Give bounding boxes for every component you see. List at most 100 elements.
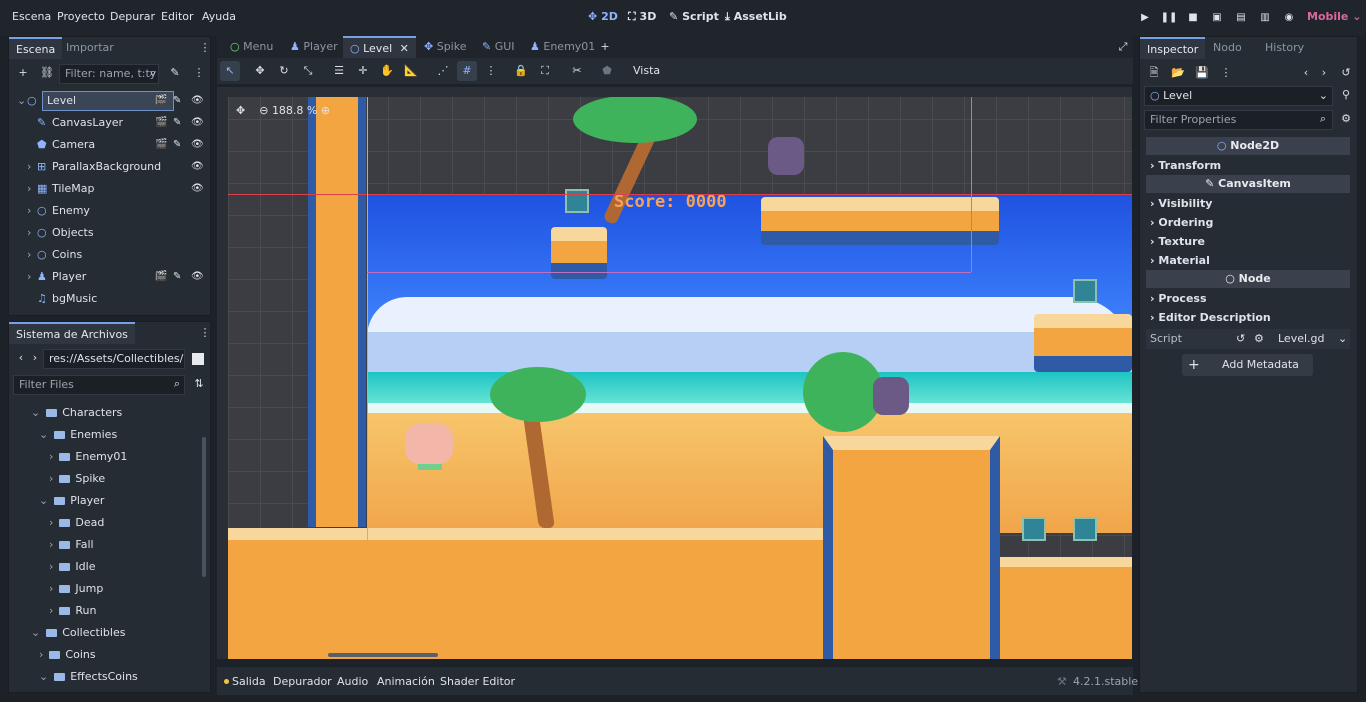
list-select-icon[interactable]: ☰: [329, 61, 349, 81]
save-resource-icon[interactable]: 💾: [1192, 63, 1212, 83]
link-icon[interactable]: ⛓: [37, 63, 57, 83]
scene-node-camera[interactable]: ⬟ Camera 🎬 ✎ 👁: [9, 134, 208, 156]
section-node[interactable]: ○ Node: [1146, 270, 1350, 288]
workspace-2d-button[interactable]: ✥ 2D: [588, 10, 618, 23]
group-material[interactable]: › Material: [1150, 251, 1210, 270]
kebab-icon[interactable]: ⋮: [189, 63, 209, 83]
clapper-icon[interactable]: 🎬: [155, 266, 167, 288]
scene-node-tilemap[interactable]: › ▦ TileMap 👁: [9, 178, 208, 200]
scene-node-coins[interactable]: › ○ Coins: [9, 244, 208, 266]
ruler-icon[interactable]: 📐: [401, 61, 421, 81]
script-value[interactable]: Level.gd: [1278, 329, 1325, 349]
expand-arrow-icon[interactable]: ›: [27, 266, 31, 288]
kebab-icon[interactable]: ⋮: [481, 61, 501, 81]
history-icon[interactable]: ↺: [1336, 63, 1356, 83]
movie-maker-icon[interactable]: ◉: [1279, 8, 1299, 28]
expand-arrow-icon[interactable]: ›: [27, 156, 31, 178]
open-resource-icon[interactable]: 📂: [1168, 63, 1188, 83]
enemy-sprite[interactable]: [873, 377, 909, 415]
eye-icon[interactable]: 👁: [191, 112, 204, 134]
scene-node-level[interactable]: ⌄ ○ Level ▣ 🎬 ✎ 👁: [9, 90, 208, 112]
bone-icon[interactable]: ✂: [567, 61, 587, 81]
folder-fall[interactable]: › Fall: [49, 534, 94, 556]
scene-node-canvaslayer[interactable]: ✎ CanvasLayer 🎬 ✎ 👁: [9, 112, 208, 134]
scene-tab-enemy01[interactable]: ♟ Enemy01: [523, 36, 602, 58]
tab-importar[interactable]: Importar: [59, 37, 121, 59]
scene-tab-gui[interactable]: ✎ GUI: [475, 36, 522, 58]
play-icon[interactable]: ▶: [1135, 8, 1155, 28]
canvas-viewport[interactable]: Score: 0000 ✥ ⊖ 188.8 % ⊕: [228, 87, 1132, 659]
history-back-icon[interactable]: ‹: [1296, 63, 1316, 83]
player-pig-sprite[interactable]: [405, 424, 453, 464]
view-menu[interactable]: Vista: [633, 64, 660, 77]
script-icon[interactable]: ✎: [173, 112, 181, 134]
expand-arrow-icon[interactable]: ⌄: [17, 90, 26, 112]
menu-depurar[interactable]: Depurar: [110, 10, 155, 23]
remote-debug-icon[interactable]: ▣: [1207, 8, 1227, 28]
workspace-script-button[interactable]: ✎ Script: [669, 10, 719, 23]
grid-snap-icon[interactable]: #: [457, 61, 477, 81]
chevron-down-icon[interactable]: ⌄: [31, 626, 40, 639]
bottom-tab-salida[interactable]: Salida: [232, 675, 266, 688]
menu-editor[interactable]: Editor: [161, 10, 194, 23]
settings-icon[interactable]: ⚙: [1336, 109, 1356, 129]
folder-enemy01[interactable]: › Enemy01: [49, 446, 127, 468]
scene-node-objects[interactable]: › ○ Objects: [9, 222, 208, 244]
workspace-assetlib-button[interactable]: ⤓ AssetLib: [725, 10, 787, 24]
script-attach-icon[interactable]: ✎: [165, 63, 185, 83]
pause-icon[interactable]: ❚❚: [1159, 8, 1179, 28]
folder-collectibles[interactable]: ⌄ Collectibles: [31, 622, 125, 644]
select-tool-icon[interactable]: ↖: [220, 61, 240, 81]
scrollbar[interactable]: [202, 437, 206, 577]
add-metadata-button[interactable]: + Add Metadata: [1182, 354, 1313, 376]
scene-tab-player[interactable]: ♟ Player: [283, 36, 345, 58]
lock-icon[interactable]: 🔒: [511, 61, 531, 81]
bottom-tab-animacion[interactable]: Animación: [377, 675, 435, 688]
scene-node-player[interactable]: › ♟ Player ▣ 🎬 ✎ 👁: [9, 266, 208, 288]
smart-snap-icon[interactable]: ⋰: [433, 61, 453, 81]
camera-override-icon[interactable]: ⬟: [597, 61, 617, 81]
chevron-right-icon[interactable]: ›: [49, 538, 53, 551]
chevron-right-icon[interactable]: ›: [49, 560, 53, 573]
scene-tab-level[interactable]: ○ Level ✕: [343, 36, 416, 58]
fullscreen-icon[interactable]: ⤢: [1113, 37, 1133, 57]
renderer-dropdown[interactable]: Mobile ⌄: [1307, 10, 1361, 23]
eye-icon[interactable]: 👁: [191, 156, 204, 178]
group-icon[interactable]: ⛶: [535, 61, 555, 81]
chevron-down-icon[interactable]: ⌄: [39, 670, 48, 683]
tab-escena[interactable]: Escena: [9, 37, 63, 59]
folder-jump[interactable]: › Jump: [49, 578, 103, 600]
pan-icon[interactable]: ✋: [377, 61, 397, 81]
folder-spike[interactable]: › Spike: [49, 468, 105, 490]
bottom-tab-audio[interactable]: Audio: [337, 675, 368, 688]
history-forward-icon[interactable]: ›: [1314, 63, 1334, 83]
chevron-right-icon[interactable]: ›: [49, 582, 53, 595]
tab-history[interactable]: History: [1258, 37, 1311, 59]
menu-ayuda[interactable]: Ayuda: [202, 10, 236, 23]
tab-inspector[interactable]: Inspector: [1140, 37, 1206, 59]
chevron-right-icon[interactable]: ›: [49, 472, 53, 485]
revert-icon[interactable]: ↺: [1236, 329, 1245, 349]
pivot-icon[interactable]: ✛: [353, 61, 373, 81]
rotate-tool-icon[interactable]: ↻: [274, 61, 294, 81]
scene-node-bgmusic[interactable]: ♫ bgMusic: [9, 288, 208, 310]
script-icon[interactable]: ✎: [173, 134, 181, 156]
center-view-icon[interactable]: ✥: [236, 104, 245, 117]
folder-characters[interactable]: ⌄ Characters: [31, 402, 122, 424]
coin-sprite[interactable]: [565, 189, 589, 213]
script-icon[interactable]: ✎: [173, 266, 181, 288]
group-visibility[interactable]: › Visibility: [1150, 194, 1212, 213]
coin-sprite[interactable]: [1022, 517, 1046, 541]
close-icon[interactable]: ✕: [400, 42, 409, 55]
expand-arrow-icon[interactable]: ›: [27, 200, 31, 222]
folder-effectscoins[interactable]: ⌄ EffectsCoins: [39, 666, 138, 688]
folder-idle[interactable]: › Idle: [49, 556, 95, 578]
menu-escena[interactable]: Escena: [12, 10, 51, 23]
play-scene-icon[interactable]: ▤: [1231, 8, 1251, 28]
zoom-out-icon[interactable]: ⊖: [259, 104, 268, 117]
expand-arrow-icon[interactable]: ›: [27, 178, 31, 200]
filter-properties-input[interactable]: Filter Properties: [1144, 110, 1333, 130]
folder-run[interactable]: › Run: [49, 600, 97, 622]
chevron-right-icon[interactable]: ›: [49, 516, 53, 529]
chevron-down-icon[interactable]: ⌄: [1338, 329, 1347, 349]
